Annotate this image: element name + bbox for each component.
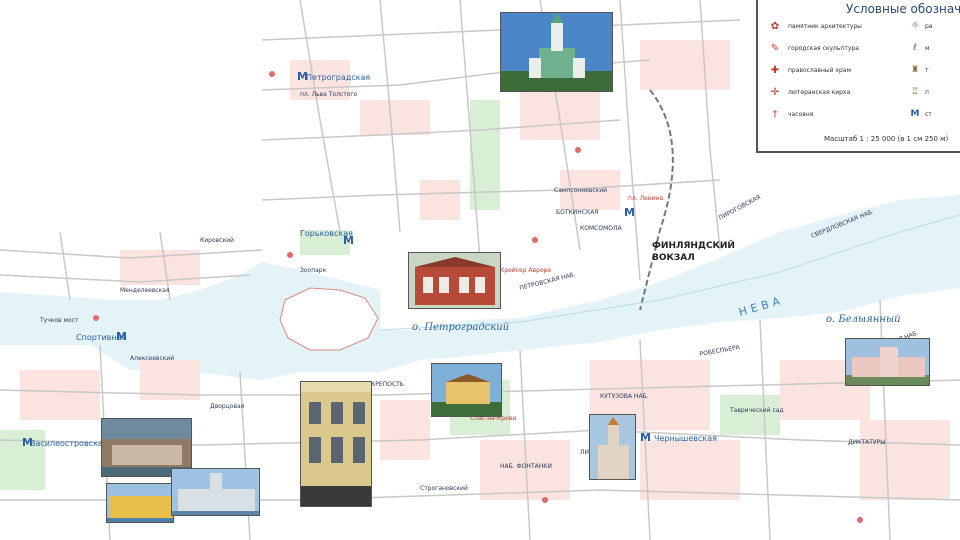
photo-kunstkamera[interactable]	[171, 468, 260, 516]
photo-red-building[interactable]	[408, 252, 501, 309]
metro-label-vasileostrovskaya: Василеостровская	[30, 439, 108, 448]
place-label: Крейсер Аврора	[500, 267, 551, 274]
legend-item-label: городская скульптура	[788, 44, 859, 52]
legend-item: ☼ ра	[908, 20, 933, 32]
monument-icon[interactable]	[532, 237, 538, 243]
lutheran-church-icon: ✛	[770, 86, 780, 98]
legend-item-label: памятник архитектуры	[788, 22, 862, 30]
place-label: Зоопарк	[300, 267, 327, 274]
monument-icon[interactable]	[542, 497, 548, 503]
place-label: Тучков мост	[39, 317, 79, 324]
metro-icon: M	[910, 109, 920, 119]
photo-smolny[interactable]	[845, 338, 930, 386]
church-image	[590, 415, 635, 479]
orthodox-church-icon: ✚	[770, 64, 780, 76]
photo-church[interactable]	[589, 414, 636, 480]
street-label: КУТУЗОВА НАБ.	[600, 393, 649, 400]
monument-icon[interactable]	[287, 252, 293, 258]
photo-yellow-facade[interactable]	[300, 381, 372, 507]
legend-item-label: т	[925, 66, 929, 74]
photo-yellow-building[interactable]	[106, 483, 174, 523]
legend-item-label: м	[925, 44, 930, 52]
legend-item: ✎ городская скульптура	[766, 42, 859, 54]
palace-image	[432, 364, 501, 416]
street-label: пл. Льва Толстого	[300, 91, 358, 98]
photo-cathedral[interactable]	[500, 12, 613, 92]
legend-item-label: ст	[925, 110, 932, 118]
blank-area	[0, 0, 262, 232]
museum-icon: ♖	[910, 87, 920, 97]
smolny-image	[846, 339, 929, 385]
street-label: НАБ. ФОНТАНКИ	[500, 463, 552, 470]
architecture-icon: ✿	[770, 20, 780, 32]
cathedral-image	[501, 13, 612, 91]
legend-item: ℓм	[908, 42, 930, 54]
street-label: БОТКИНСКАЯ	[556, 209, 599, 216]
metro-icon[interactable]: M	[624, 206, 635, 219]
facade-image	[301, 382, 371, 506]
sun-icon: ☼	[910, 21, 920, 31]
place-label: Дворцовая	[210, 403, 245, 410]
station-label: ФИНЛЯНДСКИЙ	[652, 239, 735, 251]
map-legend: Условные обозначения ✿ памятник архитекту…	[756, 0, 960, 153]
monument-icon[interactable]	[575, 147, 581, 153]
island-label-petrogradsky: о. Петроградский	[412, 322, 509, 333]
street-label: Сампсониевский	[554, 187, 607, 194]
building-image	[409, 253, 500, 308]
legend-item-label: православный храм	[788, 66, 851, 74]
map-canvas[interactable]: M M M M M M НЕВА о. Петроградский о. Бел…	[0, 0, 960, 540]
monument-icon[interactable]	[269, 71, 275, 77]
place-label: Алексеевский	[130, 355, 174, 362]
legend-title: Условные обозначения	[846, 2, 960, 16]
yellow-building-image	[107, 484, 173, 522]
metro-label-petrogradskaya: Петроградская	[306, 73, 370, 82]
mosque-icon: ℓ	[913, 43, 917, 53]
legend-item: † часовня	[766, 108, 814, 120]
kunstkamera-image	[172, 469, 259, 515]
street-label: Кировский	[200, 237, 234, 244]
legend-item-label: ра	[925, 22, 933, 30]
legend-item: Mст	[908, 108, 932, 120]
metro-label-chernyshevskaya: Чернышевская	[654, 434, 717, 443]
legend-scale: Масштаб 1 : 25 000 (в 1 см 250 м)	[824, 135, 949, 143]
sculpture-icon: ✎	[770, 42, 780, 54]
legend-item: ♜ т	[908, 64, 929, 76]
square-label: пл. Ленина	[628, 195, 664, 202]
monument-icon[interactable]	[857, 517, 863, 523]
chapel-icon: †	[772, 108, 778, 120]
theatre-icon: ♜	[910, 65, 920, 75]
monument-icon[interactable]	[93, 315, 99, 321]
street-label: ДИКТАТУРЫ	[848, 439, 885, 446]
island-label-belyansky: о. Белыянный	[826, 314, 901, 325]
legend-item-label: п	[925, 88, 929, 96]
legend-item: ✿ памятник архитектуры	[766, 20, 862, 32]
metro-label-gorkovskaya: Горьковская	[300, 229, 353, 238]
legend-item: ✛ лютеранская кирха	[766, 86, 850, 98]
legend-item: ✚ православный храм	[766, 64, 851, 76]
photo-summer-palace[interactable]	[431, 363, 502, 417]
legend-item-label: лютеранская кирха	[788, 88, 851, 96]
place-label: Менделеевская	[120, 287, 170, 294]
legend-item-label: часовня	[788, 110, 814, 118]
metro-icon[interactable]: M	[640, 431, 651, 444]
park-label: Таврический сад	[729, 407, 784, 414]
street-label: КОМСОМОЛА	[580, 225, 622, 232]
park-tavrichesky	[720, 395, 780, 435]
legend-item: ♖ п	[908, 86, 929, 98]
place-label: Строгановский	[420, 485, 468, 492]
metro-label-sportivnaya: Спортивная	[76, 333, 126, 342]
station-label-2: ВОКЗАЛ	[652, 253, 695, 263]
